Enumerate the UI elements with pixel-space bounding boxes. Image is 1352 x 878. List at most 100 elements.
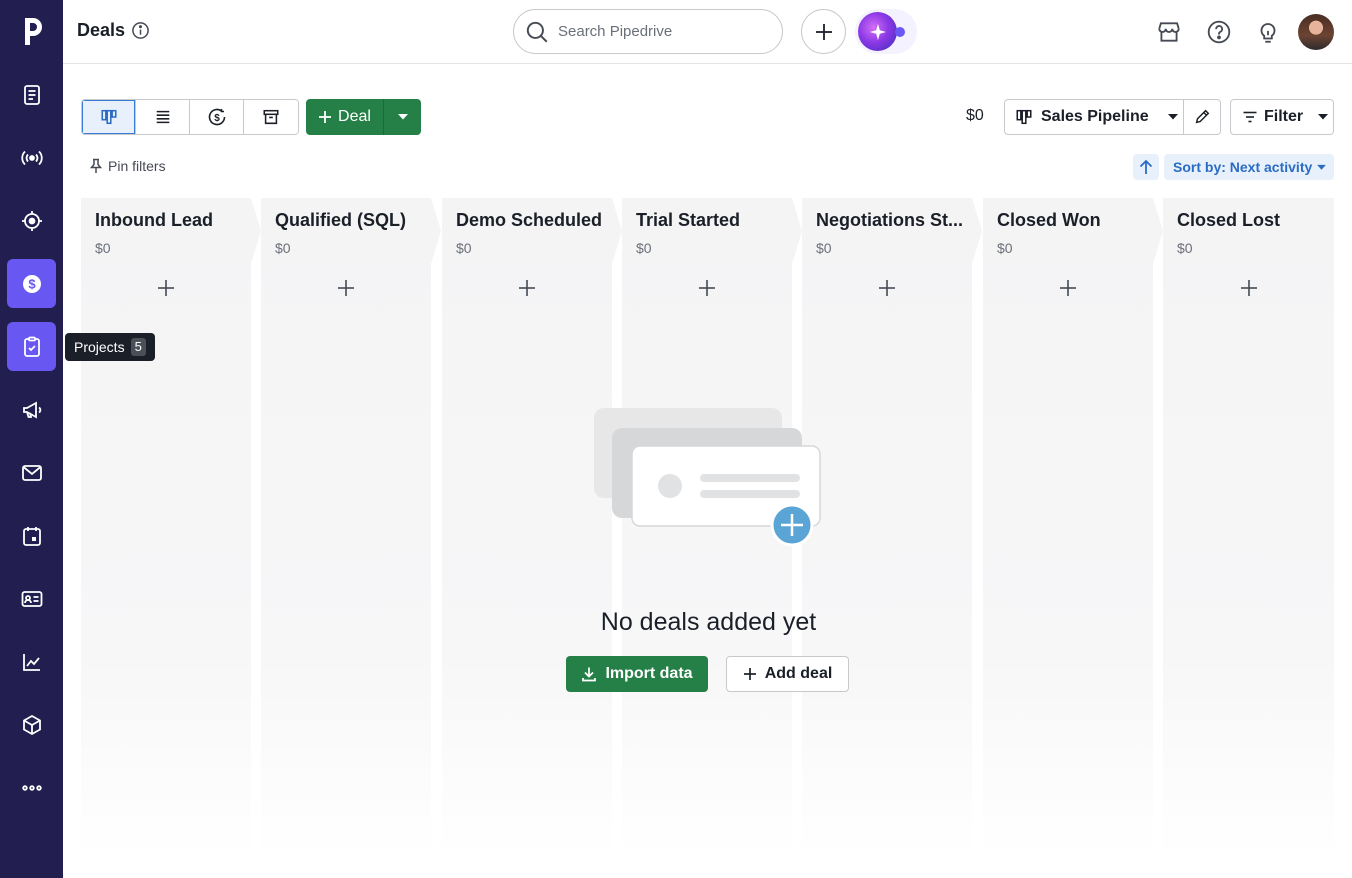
view-pipeline-button[interactable] xyxy=(82,100,136,134)
sidebar-item-products[interactable] xyxy=(7,700,56,749)
top-bar: Deals xyxy=(63,0,1352,64)
stage-add-deal-button[interactable] xyxy=(877,278,897,298)
stage-amount: $0 xyxy=(1177,240,1193,256)
view-list-button[interactable] xyxy=(136,100,190,134)
filter-label: Filter xyxy=(1264,108,1304,125)
sidebar-item-insights[interactable] xyxy=(7,637,56,686)
ai-status-dot xyxy=(895,27,905,37)
plus-icon xyxy=(815,23,832,40)
broadcast-icon xyxy=(20,150,43,165)
info-icon[interactable] xyxy=(131,21,150,40)
sidebar-item-projects[interactable] xyxy=(7,322,56,371)
marketplace-button[interactable] xyxy=(1155,18,1183,46)
page-title: Deals xyxy=(77,20,150,41)
sidebar-item-campaigns[interactable] xyxy=(7,385,56,434)
sidebar-item-contacts[interactable] xyxy=(7,574,56,623)
sidebar-item-focus[interactable] xyxy=(7,196,56,245)
pin-filters-label: Pin filters xyxy=(108,158,166,174)
stage-title: Qualified (SQL) xyxy=(275,210,407,230)
sidebar-item-campaigns-live[interactable] xyxy=(7,133,56,182)
quick-add-button[interactable] xyxy=(801,9,846,54)
stage-add-deal-button[interactable] xyxy=(697,278,717,298)
sidebar-item-leads[interactable] xyxy=(7,70,56,119)
tooltip-count-badge: 5 xyxy=(130,338,146,356)
pin-filters-button[interactable]: Pin filters xyxy=(89,158,166,174)
stage-add-deal-button[interactable] xyxy=(336,278,356,298)
stage-header: Negotiations St... $0 xyxy=(802,198,982,264)
add-deal-button[interactable]: Deal xyxy=(306,99,384,135)
stage-amount: $0 xyxy=(636,240,652,256)
filter-button[interactable]: Filter xyxy=(1230,99,1334,135)
pipeline-dropdown[interactable]: Sales Pipeline xyxy=(1005,100,1184,134)
clipboard-check-icon xyxy=(23,336,40,357)
stage-add-deal-button[interactable] xyxy=(1058,278,1078,298)
line-chart-icon xyxy=(22,653,40,671)
ai-sparkle-orb xyxy=(858,12,897,51)
edit-pipeline-button[interactable] xyxy=(1184,100,1220,134)
view-archive-button[interactable] xyxy=(244,100,298,134)
stage-amount: $0 xyxy=(997,240,1013,256)
stage-title: Closed Won xyxy=(997,210,1101,230)
empty-deals-illustration xyxy=(594,408,821,547)
view-forecast-button[interactable]: $ xyxy=(190,100,244,134)
ai-assistant-button[interactable] xyxy=(855,9,917,54)
plus-icon xyxy=(338,280,354,296)
stage-title: Inbound Lead xyxy=(95,210,213,230)
stage-column: Demo Scheduled $0 xyxy=(442,198,622,858)
empty-state-title: No deals added yet xyxy=(600,608,817,636)
add-deal-label: Deal xyxy=(338,108,371,125)
plus-icon xyxy=(743,668,756,680)
sidebar-item-activities[interactable] xyxy=(7,511,56,560)
chevron-down-icon xyxy=(397,114,408,120)
pipedrive-logo[interactable] xyxy=(14,12,50,50)
tips-button[interactable] xyxy=(1254,18,1282,46)
sparkle-icon xyxy=(869,23,886,40)
stage-add-deal-button[interactable] xyxy=(517,278,537,298)
sort-by-dropdown[interactable]: Sort by: Next activity xyxy=(1164,154,1334,180)
search-input[interactable] xyxy=(558,23,758,40)
store-icon xyxy=(1158,22,1180,42)
filter-icon xyxy=(1243,111,1257,123)
stage-amount: $0 xyxy=(816,240,832,256)
sidebar-item-deals[interactable]: $ xyxy=(7,259,56,308)
stage-column: Inbound Lead $0 xyxy=(81,198,261,858)
add-deal-dropdown-button[interactable] xyxy=(384,99,421,135)
sidebar: $ xyxy=(0,0,63,878)
stage-header: Closed Won $0 xyxy=(983,198,1163,264)
global-search[interactable] xyxy=(513,9,783,54)
stage-add-deal-button[interactable] xyxy=(156,278,176,298)
plus-icon xyxy=(519,280,535,296)
plus-icon xyxy=(158,280,174,296)
stage-amount: $0 xyxy=(456,240,472,256)
more-dots-icon xyxy=(21,784,42,791)
sidebar-item-more[interactable] xyxy=(7,763,56,812)
stage-column: Closed Lost $0 xyxy=(1163,198,1334,858)
contact-card-icon xyxy=(21,590,42,607)
stage-header: Trial Started $0 xyxy=(622,198,802,264)
pin-icon xyxy=(89,158,103,173)
stage-header: Qualified (SQL) $0 xyxy=(261,198,441,264)
plus-icon xyxy=(699,280,715,296)
add-deal-empty-button[interactable]: Add deal xyxy=(726,656,849,692)
sidebar-item-mail[interactable] xyxy=(7,448,56,497)
help-circle-icon xyxy=(1207,20,1231,44)
stage-column: Negotiations St... $0 xyxy=(802,198,982,858)
svg-text:$: $ xyxy=(214,113,220,124)
dollar-icon: $ xyxy=(22,274,41,293)
add-deal-button-group: Deal xyxy=(306,99,421,135)
stage-add-deal-button[interactable] xyxy=(1239,278,1259,298)
pipeline-total-value: $0 xyxy=(966,107,984,124)
chevron-down-icon xyxy=(1318,114,1329,120)
chevron-down-icon xyxy=(1317,164,1327,170)
plus-icon xyxy=(1240,280,1257,296)
stage-title: Closed Lost xyxy=(1177,210,1281,230)
lightbulb-icon xyxy=(1260,23,1276,43)
user-avatar[interactable] xyxy=(1298,14,1334,50)
sort-direction-button[interactable] xyxy=(1133,154,1159,180)
stage-title: Demo Scheduled xyxy=(456,210,603,230)
import-data-button[interactable]: Import data xyxy=(566,656,708,692)
plus-icon xyxy=(879,280,895,296)
sort-by-label: Sort by: Next activity xyxy=(1173,159,1313,175)
help-button[interactable] xyxy=(1205,18,1233,46)
import-data-label: Import data xyxy=(605,665,693,682)
